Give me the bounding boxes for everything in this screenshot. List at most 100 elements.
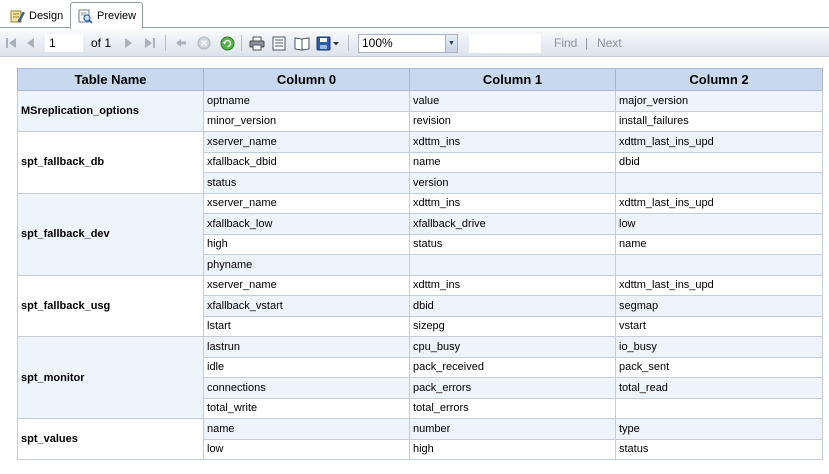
column-1-cell: xdttm_ins	[409, 131, 616, 153]
zoom-value: 100%	[362, 36, 393, 50]
column-2-cell: status	[615, 438, 823, 460]
table-name-cell: spt_monitor	[17, 336, 204, 419]
header-table-name: Table Name	[17, 68, 204, 91]
header-row: Table Name Column 0 Column 1 Column 2	[17, 68, 823, 91]
column-1-cell: total_errors	[409, 397, 616, 419]
first-page-icon[interactable]	[4, 34, 18, 52]
find-input[interactable]	[469, 34, 541, 53]
table-name-cell: MSreplication_options	[17, 90, 204, 132]
tab-preview-label: Preview	[97, 9, 137, 22]
previous-page-icon[interactable]	[24, 34, 38, 52]
column-0-cell: xserver_name	[203, 192, 410, 214]
column-1-cell: number	[409, 418, 616, 440]
find-next-button[interactable]: Next	[597, 36, 622, 50]
column-0-cell: xserver_name	[203, 131, 410, 153]
page-number-input[interactable]: 1	[45, 34, 83, 52]
column-0-cell: optname	[203, 90, 410, 112]
chevron-down-icon[interactable]: ▼	[445, 35, 457, 52]
print-layout-icon[interactable]	[271, 34, 287, 52]
column-0-cell: phyname	[203, 254, 410, 276]
page-setup-icon[interactable]	[293, 34, 310, 52]
column-0-cell: xserver_name	[203, 274, 410, 296]
column-0-cell: xfallback_dbid	[203, 151, 410, 173]
report-toolbar: 1 of 1 100% ▼ Find | Next	[0, 29, 829, 57]
table-row: spt_fallback_usg xserver_name xdttm_ins xdt…	[17, 274, 823, 337]
header-column-2: Column 2	[615, 68, 823, 91]
table-row: spt_values name number type	[17, 418, 823, 460]
find-separator: |	[585, 36, 589, 50]
column-0-cell: low	[203, 438, 410, 460]
column-1-cell: dbid	[409, 295, 616, 317]
header-column-0: Column 0	[203, 68, 410, 91]
column-1-cell: pack_errors	[409, 377, 616, 399]
column-2-cell: total_read	[615, 377, 823, 399]
column-1-cell: version	[409, 172, 616, 194]
column-2-cell: vstart	[615, 315, 823, 337]
find-button[interactable]: Find	[554, 36, 577, 50]
column-1-cell	[409, 254, 616, 276]
toolbar-separator	[165, 35, 166, 51]
column-2-cell: segmap	[615, 295, 823, 317]
column-1-cell: cpu_busy	[409, 336, 616, 358]
column-2-cell: io_busy	[615, 336, 823, 358]
stop-icon[interactable]	[196, 34, 212, 52]
column-1-cell: xdttm_ins	[409, 192, 616, 214]
column-0-cell: minor_version	[203, 110, 410, 132]
tab-strip: Design Preview	[0, 0, 829, 29]
column-0-cell: xfallback_low	[203, 213, 410, 235]
header-column-1: Column 1	[409, 68, 616, 91]
column-0-cell: idle	[203, 356, 410, 378]
column-1-cell: sizepg	[409, 315, 616, 337]
table-row: MSreplication_options optname value major_v…	[17, 90, 823, 132]
column-2-cell: pack_sent	[615, 356, 823, 378]
column-0-cell: total_write	[203, 397, 410, 419]
column-2-cell: dbid	[615, 151, 823, 173]
of-label: of	[91, 36, 102, 50]
tab-design-label: Design	[29, 9, 64, 22]
refresh-icon[interactable]	[219, 34, 235, 52]
column-2-cell: xdttm_last_ins_upd	[615, 131, 823, 153]
column-1-cell: pack_received	[409, 356, 616, 378]
column-1-cell: high	[409, 438, 616, 460]
column-2-cell: xdttm_last_ins_upd	[615, 192, 823, 214]
table-row: spt_fallback_dev xserver_name xdttm_ins xdt…	[17, 192, 823, 276]
table-name-cell: spt_fallback_usg	[17, 274, 204, 337]
column-2-cell: xdttm_last_ins_upd	[615, 274, 823, 296]
column-1-cell: status	[409, 233, 616, 255]
column-1-cell: revision	[409, 110, 616, 132]
column-2-cell	[615, 172, 823, 194]
column-2-cell	[615, 397, 823, 419]
print-icon[interactable]	[248, 34, 265, 52]
toolbar-separator	[241, 35, 242, 51]
column-1-cell: name	[409, 151, 616, 173]
column-1-cell: xdttm_ins	[409, 274, 616, 296]
column-2-cell	[615, 254, 823, 276]
column-0-cell: lastrun	[203, 336, 410, 358]
back-icon[interactable]	[174, 34, 188, 52]
column-0-cell: high	[203, 233, 410, 255]
column-1-cell: value	[409, 90, 616, 112]
column-2-cell: name	[615, 233, 823, 255]
column-2-cell: major_version	[615, 90, 823, 112]
column-0-cell: status	[203, 172, 410, 194]
last-page-icon[interactable]	[143, 34, 157, 52]
export-icon[interactable]	[315, 34, 341, 52]
zoom-select[interactable]: 100% ▼	[358, 34, 458, 53]
column-2-cell: install_failures	[615, 110, 823, 132]
column-2-cell: type	[615, 418, 823, 440]
page-count-label: of 1	[91, 36, 111, 50]
preview-icon	[77, 8, 93, 24]
column-0-cell: lstart	[203, 315, 410, 337]
report-table: Table Name Column 0 Column 1 Column 2 MS…	[17, 68, 823, 460]
table-name-cell: spt_fallback_db	[17, 131, 204, 194]
column-0-cell: name	[203, 418, 410, 440]
tab-design[interactable]: Design	[3, 3, 67, 28]
column-0-cell: connections	[203, 377, 410, 399]
total-pages: 1	[104, 36, 112, 50]
tab-preview[interactable]: Preview	[70, 2, 143, 29]
design-icon	[9, 8, 25, 24]
next-page-icon[interactable]	[121, 34, 135, 52]
column-2-cell: low	[615, 213, 823, 235]
table-name-cell: spt_values	[17, 418, 204, 460]
column-1-cell: xfallback_drive	[409, 213, 616, 235]
